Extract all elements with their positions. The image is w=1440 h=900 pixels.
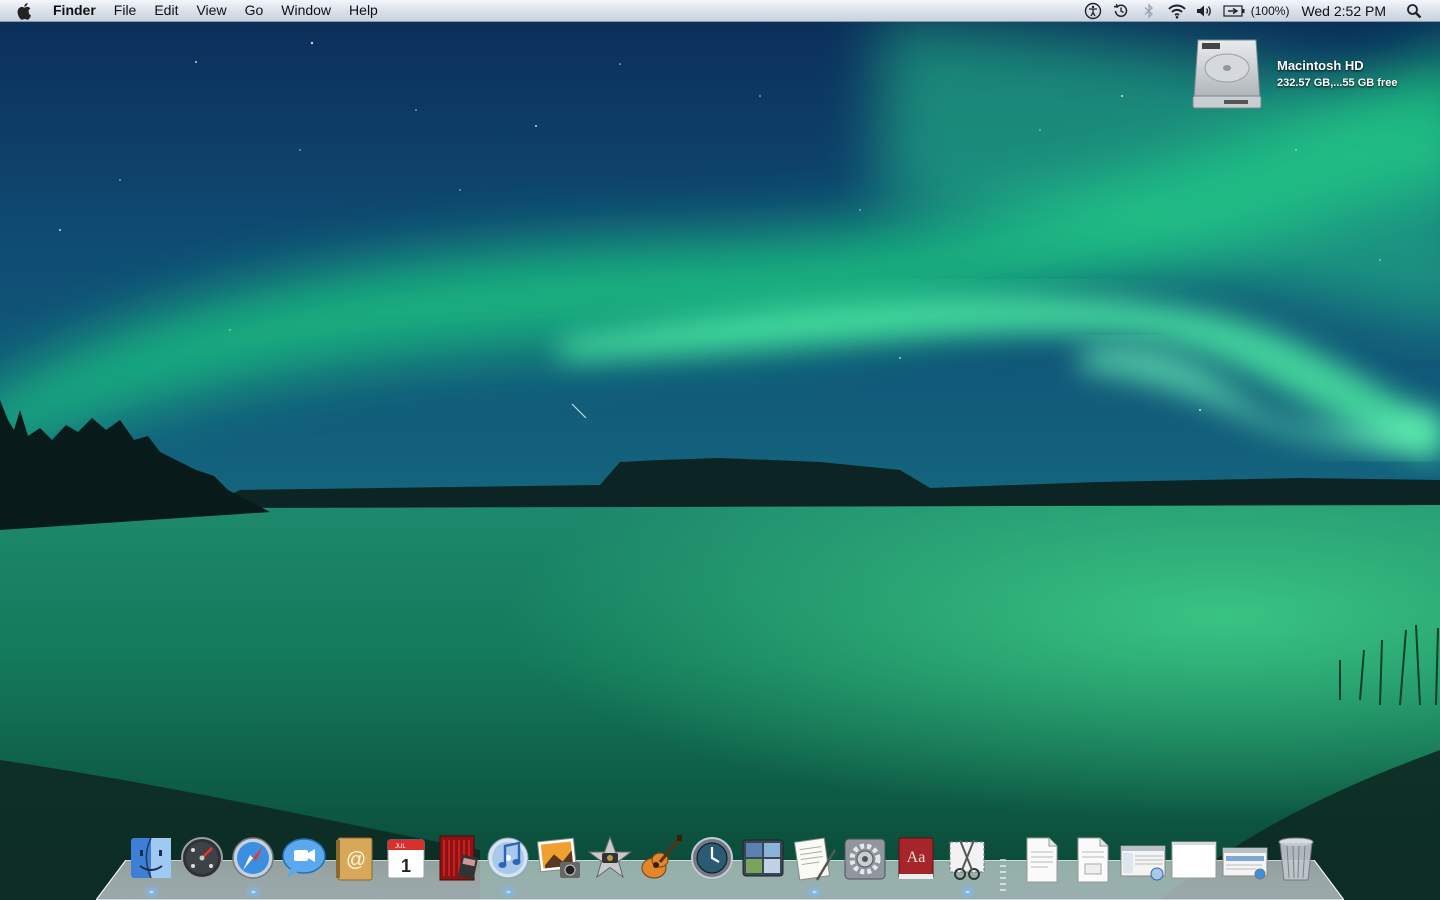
dock-item-pdf-document[interactable] bbox=[1067, 832, 1117, 888]
time-machine-icon bbox=[691, 837, 733, 879]
time-machine-menu-icon[interactable] bbox=[1110, 0, 1132, 21]
dock-item-system-preferences[interactable] bbox=[840, 832, 890, 888]
itunes-icon bbox=[487, 837, 529, 879]
menu-bar: Finder File Edit View Go Window Help (10… bbox=[0, 0, 1440, 22]
dock-item-time-machine[interactable] bbox=[687, 832, 737, 888]
garageband-icon bbox=[641, 835, 682, 879]
wifi-icon[interactable] bbox=[1166, 0, 1188, 21]
bluetooth-icon[interactable] bbox=[1138, 0, 1160, 21]
dock-item-imovie[interactable] bbox=[585, 832, 635, 888]
dock-item-finder[interactable] bbox=[126, 832, 176, 894]
dock-item-safari[interactable] bbox=[228, 832, 278, 894]
hard-drive-icon bbox=[1192, 39, 1262, 109]
running-indicator bbox=[964, 890, 971, 894]
menu-edit[interactable]: Edit bbox=[145, 0, 187, 21]
running-indicator bbox=[148, 890, 155, 894]
running-indicator bbox=[505, 890, 512, 894]
dock: @ JUL 1 Aa bbox=[122, 832, 1322, 894]
drive-name-label: Macintosh HD bbox=[1277, 58, 1364, 73]
dock-item-garageband[interactable] bbox=[636, 832, 686, 888]
dock-item-safari-window[interactable] bbox=[1220, 832, 1270, 888]
dock-item-address-book[interactable]: @ bbox=[330, 832, 380, 888]
menu-view[interactable]: View bbox=[187, 0, 235, 21]
imovie-icon bbox=[587, 835, 633, 879]
dock-separator bbox=[1000, 859, 1006, 891]
calendar-month: JUL bbox=[395, 844, 406, 850]
volume-icon[interactable] bbox=[1194, 0, 1216, 21]
dock-item-trash[interactable] bbox=[1271, 832, 1321, 888]
ical-icon: JUL 1 bbox=[387, 839, 425, 879]
dock-item-spaces[interactable] bbox=[738, 832, 788, 888]
trash-icon bbox=[1278, 837, 1314, 881]
textedit-icon bbox=[793, 837, 837, 881]
battery-icon[interactable] bbox=[1222, 0, 1246, 21]
dock-item-ical[interactable]: JUL 1 bbox=[381, 832, 431, 888]
system-preferences-icon bbox=[844, 838, 886, 880]
desktop-wallpaper bbox=[0, 0, 1440, 900]
itunes-window-thumbnail-icon bbox=[1120, 845, 1166, 881]
dashboard-icon bbox=[181, 837, 223, 879]
drive-info-label: 232.57 GB,...55 GB free bbox=[1277, 77, 1398, 89]
address-book-icon: @ bbox=[336, 837, 373, 881]
dictionary-icon: Aa bbox=[898, 837, 934, 879]
dock-item-itunes[interactable] bbox=[483, 832, 533, 894]
apple-menu-icon[interactable] bbox=[17, 0, 39, 21]
battery-percentage: (100%) bbox=[1250, 3, 1290, 18]
dock-item-blank-window[interactable] bbox=[1169, 832, 1219, 888]
spaces-icon bbox=[742, 839, 784, 877]
dock-item-iphoto[interactable] bbox=[534, 832, 584, 888]
spotlight-search-icon[interactable] bbox=[1403, 0, 1425, 21]
macintosh-hd-desktop-icon[interactable]: Macintosh HD 232.57 GB,...55 GB free bbox=[1188, 34, 1418, 114]
safari-window-thumbnail-icon bbox=[1222, 847, 1268, 880]
dock-item-grab[interactable] bbox=[942, 832, 992, 894]
running-indicator bbox=[811, 890, 818, 894]
menu-file[interactable]: File bbox=[105, 0, 146, 21]
safari-icon bbox=[232, 837, 274, 879]
iphoto-icon bbox=[536, 837, 580, 878]
dock-item-document[interactable] bbox=[1016, 832, 1066, 888]
dock-item-itunes-window[interactable] bbox=[1118, 832, 1168, 888]
photo-booth-icon bbox=[439, 835, 479, 881]
menu-go[interactable]: Go bbox=[236, 0, 273, 21]
blank-window-thumbnail-icon bbox=[1171, 841, 1217, 879]
running-indicator bbox=[250, 890, 257, 894]
ichat-icon bbox=[282, 838, 326, 878]
grab-icon bbox=[949, 839, 985, 880]
menu-window[interactable]: Window bbox=[272, 0, 340, 21]
finder-icon bbox=[131, 837, 171, 879]
dock-item-dictionary[interactable]: Aa bbox=[891, 832, 941, 888]
dock-item-ichat[interactable] bbox=[279, 832, 329, 888]
document-icon bbox=[1026, 837, 1058, 883]
dock-item-photo-booth[interactable] bbox=[432, 832, 482, 888]
dictionary-label: Aa bbox=[907, 849, 926, 866]
menu-app-finder[interactable]: Finder bbox=[53, 0, 105, 21]
calendar-day: 1 bbox=[401, 856, 411, 876]
menu-help[interactable]: Help bbox=[340, 0, 387, 21]
menu-clock[interactable]: Wed 2:52 PM bbox=[1301, 3, 1386, 19]
dock-item-textedit[interactable] bbox=[789, 832, 839, 894]
universal-access-icon[interactable] bbox=[1082, 0, 1104, 21]
dock-item-dashboard[interactable] bbox=[177, 832, 227, 888]
svg-text:@: @ bbox=[346, 849, 366, 871]
pdf-document-icon bbox=[1077, 837, 1109, 883]
